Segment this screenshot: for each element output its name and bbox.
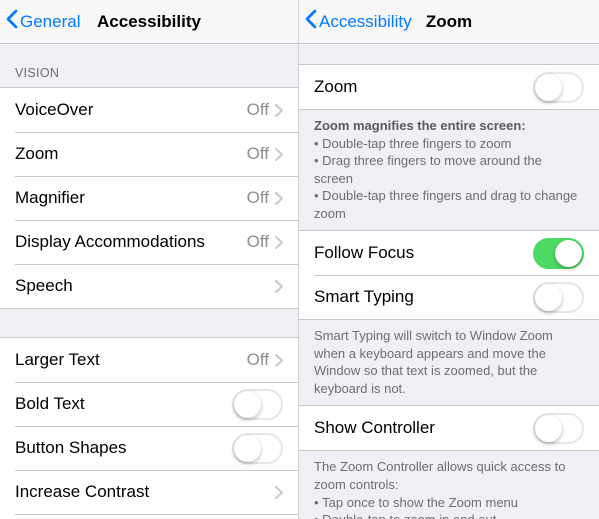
row-label: Magnifier [15, 188, 247, 208]
row-zoom-toggle[interactable]: Zoom [299, 65, 599, 109]
row-label: Larger Text [15, 350, 247, 370]
controller-footer: The Zoom Controller allows quick access … [299, 451, 599, 519]
row-value: Off [247, 188, 269, 208]
vision-group: VoiceOver Off Zoom Off Magnifier Off Dis… [0, 87, 298, 309]
row-speech[interactable]: Speech [0, 264, 298, 308]
row-value: Off [247, 232, 269, 252]
back-label: Accessibility [319, 12, 412, 32]
row-label: Zoom [314, 77, 533, 97]
smart-typing-footer: Smart Typing will switch to Window Zoom … [299, 320, 599, 405]
scroll-area-right[interactable]: Zoom Zoom magnifies the entire screen: •… [299, 44, 599, 519]
row-label: Show Controller [314, 418, 533, 438]
row-value: Off [247, 100, 269, 120]
row-follow-focus[interactable]: Follow Focus [299, 231, 599, 275]
row-label: Bold Text [15, 394, 232, 414]
show-controller-switch[interactable] [533, 413, 584, 444]
row-label: VoiceOver [15, 100, 247, 120]
back-button-accessibility[interactable]: Accessibility [299, 9, 412, 34]
row-increase-contrast[interactable]: Increase Contrast [0, 470, 298, 514]
row-larger-text[interactable]: Larger Text Off [0, 338, 298, 382]
row-show-controller[interactable]: Show Controller [299, 406, 599, 450]
chevron-right-icon [275, 104, 283, 117]
smart-typing-switch[interactable] [533, 282, 584, 313]
follow-focus-switch[interactable] [533, 238, 584, 269]
zoom-group: Zoom [299, 64, 599, 110]
row-label: Smart Typing [314, 287, 533, 307]
scroll-area-left[interactable]: Vision VoiceOver Off Zoom Off Magnifier … [0, 44, 298, 519]
chevron-right-icon [275, 354, 283, 367]
row-button-shapes[interactable]: Button Shapes [0, 426, 298, 470]
row-zoom[interactable]: Zoom Off [0, 132, 298, 176]
row-display-accommodations[interactable]: Display Accommodations Off [0, 220, 298, 264]
chevron-right-icon [275, 192, 283, 205]
row-value: Off [247, 144, 269, 164]
row-smart-typing[interactable]: Smart Typing [299, 275, 599, 319]
navbar-left: General Accessibility [0, 0, 298, 44]
button-shapes-switch[interactable] [232, 433, 283, 464]
chevron-right-icon [275, 486, 283, 499]
zoom-switch[interactable] [533, 72, 584, 103]
row-value: Off [247, 350, 269, 370]
navbar-right: Accessibility Zoom [299, 0, 599, 44]
section-header-vision: Vision [0, 44, 298, 87]
row-label: Display Accommodations [15, 232, 247, 252]
row-bold-text[interactable]: Bold Text [0, 382, 298, 426]
accessibility-settings-pane: General Accessibility Vision VoiceOver O… [0, 0, 299, 519]
bold-text-switch[interactable] [232, 389, 283, 420]
zoom-settings-pane: Accessibility Zoom Zoom Zoom magnifies t… [299, 0, 599, 519]
back-chevron-icon [6, 9, 20, 34]
row-reduce-motion[interactable]: Reduce Motion [0, 514, 298, 519]
controller-group: Show Controller [299, 405, 599, 451]
row-label: Zoom [15, 144, 247, 164]
back-chevron-icon [305, 9, 319, 34]
row-magnifier[interactable]: Magnifier Off [0, 176, 298, 220]
back-label: General [20, 12, 80, 32]
focus-group: Follow Focus Smart Typing [299, 230, 599, 320]
back-button-general[interactable]: General [0, 9, 80, 34]
text-group: Larger Text Off Bold Text Button Shapes … [0, 337, 298, 519]
chevron-right-icon [275, 280, 283, 293]
row-label: Button Shapes [15, 438, 232, 458]
chevron-right-icon [275, 236, 283, 249]
row-label: Speech [15, 276, 275, 296]
chevron-right-icon [275, 148, 283, 161]
row-label: Follow Focus [314, 243, 533, 263]
zoom-footer: Zoom magnifies the entire screen: • Doub… [299, 110, 599, 230]
row-label: Increase Contrast [15, 482, 275, 502]
row-voiceover[interactable]: VoiceOver Off [0, 88, 298, 132]
